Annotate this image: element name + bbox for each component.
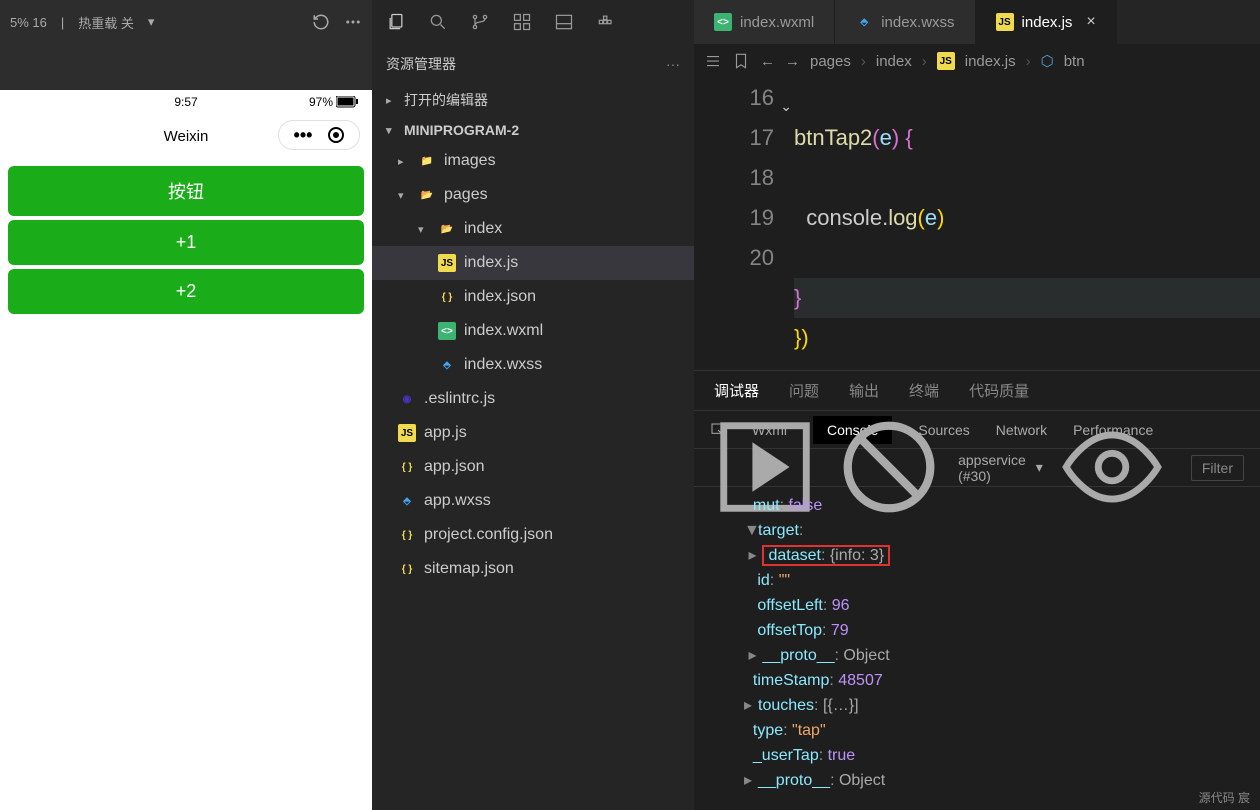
project-section[interactable]: ▾MINIPROGRAM-2 [372, 116, 694, 144]
file-index-wxml[interactable]: <>index.wxml [372, 314, 694, 348]
footer-info: 源代码 宸 [1199, 789, 1250, 806]
button-plus1[interactable]: +1 [8, 220, 364, 265]
file-index-js[interactable]: JSindex.js [372, 246, 694, 280]
nav-back-icon[interactable]: ← [760, 53, 775, 70]
folder-pages[interactable]: ▾📂pages [372, 178, 694, 212]
activity-bar [372, 0, 694, 44]
code-lines[interactable]: btnTap2(e) { console.log(e) } }) [794, 78, 1260, 370]
tab-output[interactable]: 输出 [849, 380, 879, 401]
branch-icon[interactable] [470, 12, 490, 32]
tab-quality[interactable]: 代码质量 [969, 380, 1029, 401]
capsule-close-icon[interactable] [328, 127, 344, 143]
debug-panel: 调试器 问题 输出 终端 代码质量 Wxml Console Sources N… [694, 370, 1260, 810]
button-plus2[interactable]: +2 [8, 269, 364, 314]
folder-index[interactable]: ▾📂index [372, 212, 694, 246]
more-icon[interactable] [344, 13, 362, 31]
file-index-wxss[interactable]: ⬘index.wxss [372, 348, 694, 382]
file-app-json[interactable]: { }app.json [372, 450, 694, 484]
explorer: 资源管理器 ··· ▸打开的编辑器 ▾MINIPROGRAM-2 ▸📁image… [372, 0, 694, 810]
console-toolbar: appservice (#30)▾ Filter [694, 449, 1260, 487]
devtab-network[interactable]: Network [996, 422, 1047, 438]
hot-reload-toggle[interactable]: 热重载 关 [78, 13, 134, 32]
file-app-js[interactable]: JSapp.js [372, 416, 694, 450]
breadcrumbs[interactable]: ← → pages› index› JSindex.js› ⬡btn [694, 44, 1260, 78]
tab-js[interactable]: JSindex.js× [976, 0, 1117, 44]
console-output[interactable]: mut: false ▼target: ▸dataset: {info: 3} … [694, 487, 1260, 810]
button-main[interactable]: 按钮 [8, 166, 364, 216]
tab-wxml[interactable]: <>index.wxml [694, 0, 835, 44]
file-index-json[interactable]: { }index.json [372, 280, 694, 314]
capsule-more-icon[interactable]: ••• [294, 131, 313, 139]
simulator: 5% 16 | 热重载 关 ▾ 9:57 97% Weixin ••• 按钮 +… [0, 0, 372, 810]
capsule[interactable]: ••• [278, 120, 360, 150]
phone-canvas: 9:57 97% Weixin ••• 按钮 +1 +2 [0, 90, 372, 810]
highlighted-dataset: dataset: {info: 3} [762, 545, 890, 566]
file-tree: ▸📁images ▾📂pages ▾📂index JSindex.js { }i… [372, 144, 694, 586]
gutter: ⌄ 1617181920 [694, 78, 794, 370]
panel-tabs: 调试器 问题 输出 终端 代码质量 [694, 371, 1260, 411]
tab-terminal[interactable]: 终端 [909, 380, 939, 401]
editor-area: <>index.wxml ⬘index.wxss JSindex.js× ← →… [694, 0, 1260, 810]
fold-icon[interactable]: ⌄ [780, 86, 792, 126]
refresh-icon[interactable] [312, 13, 330, 31]
list-icon[interactable] [704, 52, 722, 70]
file-project-config[interactable]: { }project.config.json [372, 518, 694, 552]
search-icon[interactable] [428, 12, 448, 32]
tab-problems[interactable]: 问题 [789, 380, 819, 401]
editor-tabs: <>index.wxml ⬘index.wxss JSindex.js× [694, 0, 1260, 44]
tab-debugger[interactable]: 调试器 [714, 380, 759, 401]
sim-toolbar: 5% 16 | 热重载 关 ▾ [0, 0, 372, 44]
docker-icon[interactable] [596, 12, 616, 32]
explorer-more-icon[interactable]: ··· [666, 56, 680, 72]
nav-fwd-icon[interactable]: → [785, 53, 800, 70]
explorer-header: 资源管理器 ··· [372, 44, 694, 84]
file-app-wxss[interactable]: ⬘app.wxss [372, 484, 694, 518]
file-sitemap[interactable]: { }sitemap.json [372, 552, 694, 586]
panel-icon[interactable] [554, 12, 574, 32]
open-editors-section[interactable]: ▸打开的编辑器 [372, 84, 694, 116]
sim-scale[interactable]: 5% 16 [10, 15, 47, 30]
page-content: 按钮 +1 +2 [0, 158, 372, 322]
bookmark-icon[interactable] [732, 52, 750, 70]
status-time: 9:57 [174, 95, 197, 109]
folder-images[interactable]: ▸📁images [372, 144, 694, 178]
close-icon[interactable]: × [1086, 13, 1095, 31]
navbar: Weixin ••• [0, 114, 372, 158]
app-title: Weixin [164, 128, 209, 145]
files-icon[interactable] [386, 12, 406, 32]
tab-wxss[interactable]: ⬘index.wxss [835, 0, 975, 44]
file-eslint[interactable]: ◉.eslintrc.js [372, 382, 694, 416]
ext-icon[interactable] [512, 12, 532, 32]
battery: 97% [309, 95, 358, 109]
code-editor[interactable]: ⌄ 1617181920 btnTap2(e) { console.log(e)… [694, 78, 1260, 370]
status-bar: 9:57 97% [0, 90, 372, 114]
filter-input[interactable]: Filter [1191, 455, 1244, 481]
context-select[interactable]: appservice (#30)▾ [958, 452, 1043, 484]
